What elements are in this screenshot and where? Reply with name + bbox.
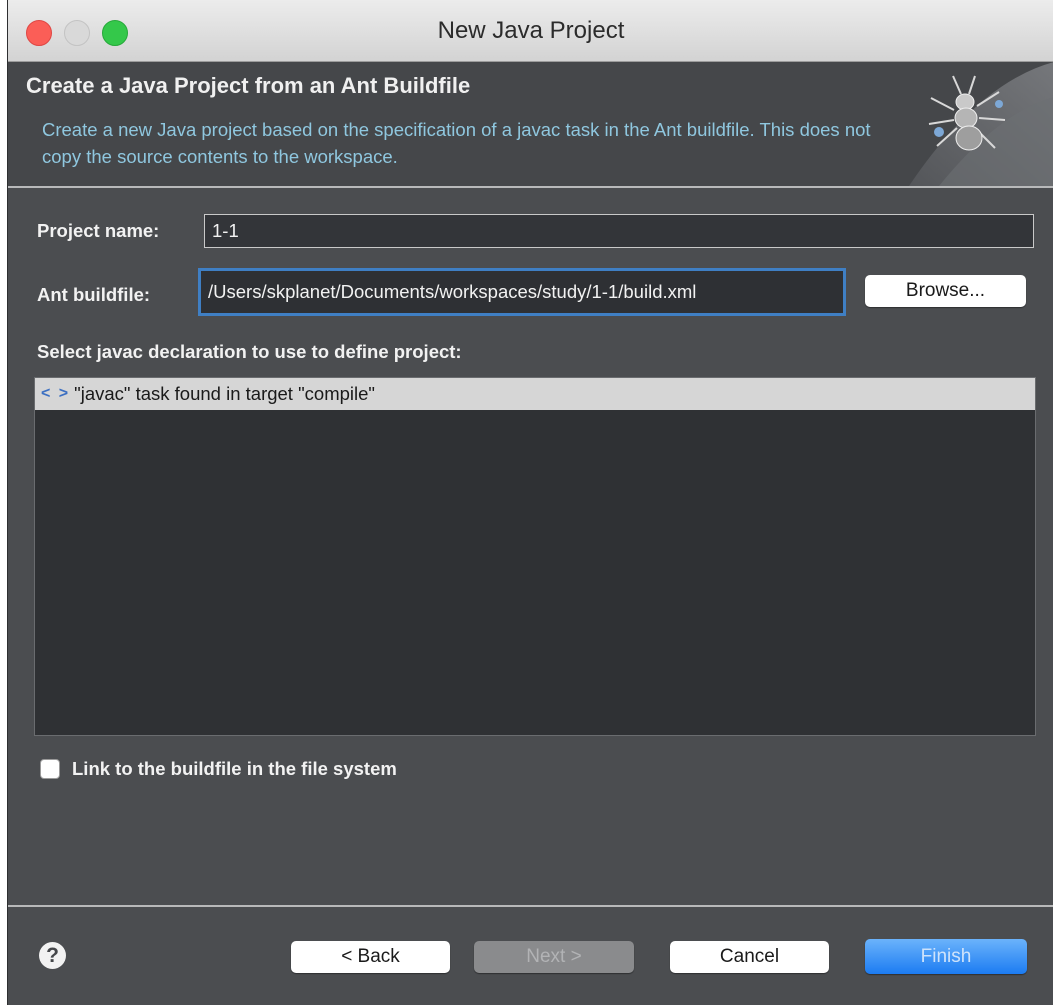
ant-buildfile-label: Ant buildfile: [37,284,151,305]
project-name-input[interactable]: 1-1 [204,214,1034,248]
finish-button[interactable]: Finish [865,939,1027,974]
next-button: Next > [474,941,634,973]
javac-task-icon: < > [41,385,71,402]
list-item-label: "javac" task found in target "compile" [74,383,375,404]
banner-title: Create a Java Project from an Ant Buildf… [26,73,471,98]
javac-declaration-list[interactable]: < > "javac" task found in target "compil… [34,377,1036,736]
help-icon[interactable]: ? [39,942,66,969]
project-name-label: Project name: [37,220,160,241]
footer-divider [8,905,1053,907]
link-buildfile-checkbox[interactable] [40,759,60,779]
window-title: New Java Project [437,17,625,44]
browse-button[interactable]: Browse... [865,275,1026,307]
wizard-banner: Create a Java Project from an Ant Buildf… [8,62,1053,186]
title-bar: New Java Project [8,0,1053,62]
javac-selection-prompt: Select javac declaration to use to defin… [37,341,462,362]
back-button[interactable]: < Back [291,941,450,973]
banner-divider [8,186,1053,188]
link-buildfile-label[interactable]: Link to the buildfile in the file system [72,758,397,780]
new-java-project-dialog: New Java Project Create a Java Project f… [7,0,1053,1005]
cancel-button[interactable]: Cancel [670,941,829,973]
ant-buildfile-input[interactable]: /Users/skplanet/Documents/workspaces/stu… [198,268,846,316]
banner-description: Create a new Java project based on the s… [42,119,871,167]
list-item[interactable]: < > "javac" task found in target "compil… [35,378,1035,410]
ant-wizard-icon [909,62,1053,186]
